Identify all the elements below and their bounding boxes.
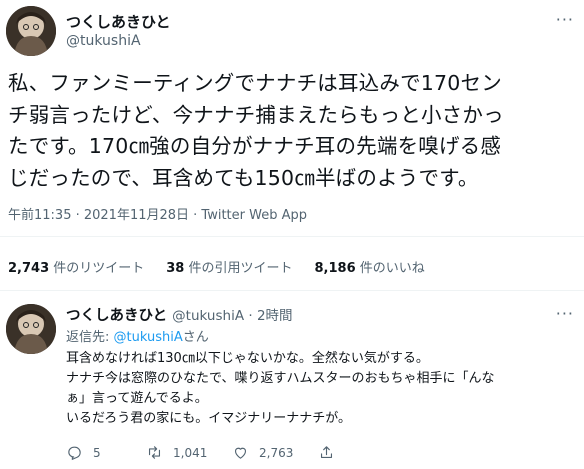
avatar-image — [6, 304, 56, 354]
replying-suffix: さん — [182, 330, 209, 345]
reply-icon — [68, 446, 81, 461]
tweet-text-line: 私、ファンミーティングでナナチは耳込みで170セン — [8, 71, 502, 95]
tweet-timestamp[interactable]: 午前11:35 · 2021年11月28日 · Twitter Web App — [8, 204, 307, 223]
reply-text-line: ぁ」言って遊んでるよ。 — [66, 391, 208, 406]
like-count: 2,763 — [259, 445, 294, 460]
retweets-label: 件のリツイート — [49, 261, 145, 276]
quotes-count: 38 — [166, 261, 185, 276]
tweet-text-line: じだったので、耳含めても150㎝半ばのようです。 — [8, 165, 479, 190]
reply-handle[interactable]: @tukushiA — [172, 308, 244, 324]
reply-text-line: 耳含めなければ130㎝以下じゃないかな。全然ない気がする。 — [66, 351, 429, 366]
avatar-image — [6, 6, 56, 56]
heart-icon — [234, 447, 247, 459]
retweets-count: 2,743 — [8, 261, 50, 276]
replying-prefix: 返信先: — [66, 330, 114, 345]
retweet-button[interactable]: 1,041 — [146, 444, 232, 461]
quotes-stat[interactable]: 38 件の引用ツイート — [166, 257, 292, 276]
reply-header: つくしあきひと @tukushiA · 2時間 — [66, 304, 293, 325]
reply-avatar[interactable] — [6, 304, 56, 354]
replying-to: 返信先: @tukushiAさん — [66, 326, 209, 345]
more-dots-icon[interactable]: ··· — [556, 10, 574, 29]
tweet-text-line: たです。170㎝強の自分がナナチ耳の先端を嗅げる感 — [8, 134, 502, 158]
avatar[interactable] — [6, 6, 56, 56]
quotes-label: 件の引用ツイート — [184, 261, 293, 276]
more-dots-icon[interactable]: ··· — [556, 304, 574, 323]
retweets-stat[interactable]: 2,743 件のリツイート — [8, 257, 144, 276]
reply-display-name[interactable]: つくしあきひと — [66, 308, 167, 324]
reply-count: 5 — [93, 445, 101, 460]
mention-link[interactable]: @tukushiA — [114, 330, 183, 345]
reply-button[interactable]: 5 — [66, 444, 146, 461]
divider — [0, 236, 584, 237]
separator-dot: · — [244, 308, 257, 324]
reply-actions: 5 1,041 2,763 — [66, 444, 335, 461]
divider — [0, 290, 584, 291]
likes-count: 8,186 — [314, 261, 356, 276]
tweet-text: 私、ファンミーティングでナナチは耳込みで170セン チ弱言ったけど、今ナナチ捕ま… — [8, 68, 568, 194]
reply-time[interactable]: 2時間 — [257, 308, 293, 324]
tweet-stats: 2,743 件のリツイート 38 件の引用ツイート 8,186 件のいいね — [8, 257, 425, 276]
likes-label: 件のいいね — [355, 261, 425, 276]
retweet-icon — [148, 446, 161, 459]
tweet-text-line: チ弱言ったけど、今ナナチ捕まえたらもっと小さかっ — [8, 102, 504, 127]
reply-text: 耳含めなければ130㎝以下じゃないかな。全然ない気がする。 ナナチ今は窓際のひな… — [66, 349, 571, 429]
like-button[interactable]: 2,763 — [232, 444, 318, 461]
user-handle[interactable]: @tukushiA — [66, 33, 141, 49]
display-name[interactable]: つくしあきひと — [66, 11, 171, 32]
reply-text-line: ナナチ今は窓際のひなたで、喋り返すハムスターのおもちゃ相手に「んな — [66, 371, 495, 386]
tweet-thread: つくしあきひと @tukushiA ··· 私、ファンミーティングでナナチは耳込… — [0, 0, 584, 469]
retweet-count: 1,041 — [173, 445, 208, 460]
share-button[interactable] — [318, 444, 335, 461]
likes-stat[interactable]: 8,186 件のいいね — [315, 257, 425, 276]
reply-text-line: いるだろう君の家にも。イマジナリーナナチが。 — [66, 411, 351, 426]
share-icon — [320, 446, 333, 459]
